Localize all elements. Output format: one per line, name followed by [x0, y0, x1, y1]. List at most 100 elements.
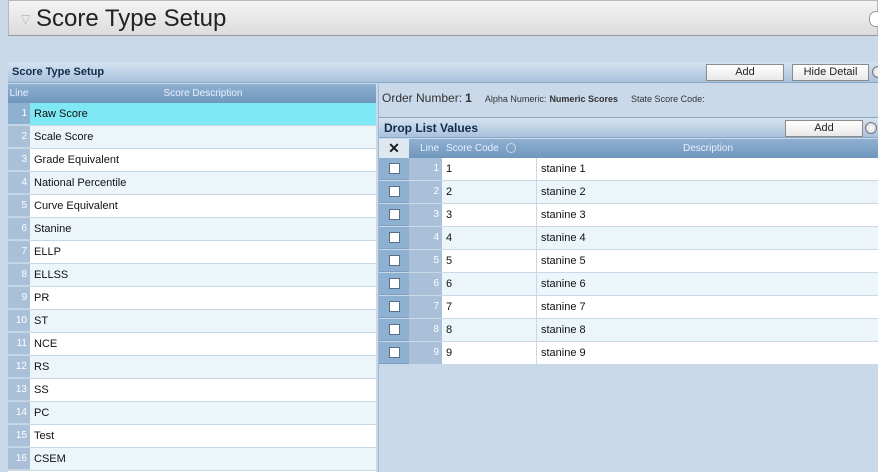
column-header-line[interactable]: Line	[8, 84, 30, 103]
checkbox-icon[interactable]	[388, 278, 400, 289]
drop-list-row[interactable]: 8 8 stanine 8	[379, 319, 878, 342]
score-code-cell[interactable]: 3	[442, 204, 537, 226]
score-description: ELLSS	[34, 269, 69, 281]
score-code-cell[interactable]: 2	[442, 181, 537, 203]
score-code-cell[interactable]: 8	[442, 319, 537, 341]
description-cell[interactable]: stanine 1	[537, 158, 878, 180]
score-code-cell[interactable]: 6	[442, 273, 537, 295]
score-list-header: Line Score Description	[8, 84, 376, 103]
score-type-row[interactable]: 2 Scale Score	[8, 126, 376, 149]
add-drop-list-value-button[interactable]: Add	[785, 120, 863, 137]
checkbox-icon[interactable]	[388, 255, 400, 266]
score-type-row[interactable]: 9 PR	[8, 287, 376, 310]
score-code-cell[interactable]: 4	[442, 227, 537, 249]
checkbox-icon[interactable]	[388, 163, 400, 174]
score-code-cell[interactable]: 1	[442, 158, 537, 180]
score-description: National Percentile	[34, 177, 127, 189]
score-type-row[interactable]: 6 Stanine	[8, 218, 376, 241]
score-description: PR	[34, 292, 50, 304]
delete-x-icon[interactable]: ✕	[379, 139, 409, 158]
score-description: Raw Score	[34, 108, 88, 120]
description-cell[interactable]: stanine 7	[537, 296, 878, 318]
description-cell[interactable]: stanine 6	[537, 273, 878, 295]
section-title: Score Type Setup	[12, 66, 105, 78]
drop-list-row[interactable]: 4 4 stanine 4	[379, 227, 878, 250]
score-description: RS	[34, 361, 50, 373]
score-code-cell[interactable]: 9	[442, 342, 537, 364]
score-type-row[interactable]: 3 Grade Equivalent	[8, 149, 376, 172]
score-type-row[interactable]: 1 Raw Score	[8, 103, 376, 126]
checkbox-icon[interactable]	[388, 209, 400, 220]
drop-list-refresh-icon[interactable]	[865, 122, 877, 134]
drop-list-row[interactable]: 7 7 stanine 7	[379, 296, 878, 319]
checkbox-icon[interactable]	[388, 324, 400, 335]
drop-list-row[interactable]: 5 5 stanine 5	[379, 250, 878, 273]
score-type-row[interactable]: 15 Test	[8, 425, 376, 448]
row-select-cell	[379, 227, 409, 249]
column-header-drop-line[interactable]: Line	[409, 139, 442, 158]
window-title-bar: ▽ Score Type Setup	[8, 0, 878, 36]
checkbox-icon[interactable]	[388, 347, 400, 358]
column-header-description[interactable]: Description	[537, 139, 878, 158]
column-header-score-code[interactable]: Score Code	[442, 139, 537, 158]
score-type-row[interactable]: 7 ELLP	[8, 241, 376, 264]
drop-list-rows: 1 1 stanine 1 2 2 stanine 2 3 3 stanine 3 4 4 stani…	[379, 158, 878, 365]
drop-list-row[interactable]: 1 1 stanine 1	[379, 158, 878, 181]
drop-row-line-number: 7	[409, 296, 442, 318]
hide-detail-button[interactable]: Hide Detail	[792, 64, 869, 81]
score-type-row[interactable]: 5 Curve Equivalent	[8, 195, 376, 218]
drop-row-line-number: 5	[409, 250, 442, 272]
row-line-number: 10	[8, 310, 30, 332]
drop-list-row[interactable]: 6 6 stanine 6	[379, 273, 878, 296]
score-type-row[interactable]: 10 ST	[8, 310, 376, 333]
description-cell[interactable]: stanine 2	[537, 181, 878, 203]
column-header-score-description[interactable]: Score Description	[30, 84, 376, 103]
drop-list-row[interactable]: 9 9 stanine 9	[379, 342, 878, 365]
score-type-row[interactable]: 8 ELLSS	[8, 264, 376, 287]
drop-list-header: Drop List Values Add	[379, 117, 878, 138]
description-cell[interactable]: stanine 3	[537, 204, 878, 226]
score-type-row[interactable]: 12 RS	[8, 356, 376, 379]
collapse-arrow-icon[interactable]: ▽	[21, 12, 30, 26]
score-description: PC	[34, 407, 50, 419]
score-description: Curve Equivalent	[34, 200, 118, 212]
score-description: NCE	[34, 338, 58, 350]
score-code-header-label: Score Code	[446, 143, 499, 154]
score-code-cell[interactable]: 7	[442, 296, 537, 318]
description-cell[interactable]: stanine 9	[537, 342, 878, 364]
score-type-row[interactable]: 14 PC	[8, 402, 376, 425]
row-line-number: 11	[8, 333, 30, 355]
drop-row-line-number: 8	[409, 319, 442, 341]
window-options-icon[interactable]	[869, 11, 878, 27]
score-code-cell[interactable]: 5	[442, 250, 537, 272]
row-select-cell	[379, 158, 409, 180]
drop-row-line-number: 6	[409, 273, 442, 295]
score-description: CSEM	[34, 453, 66, 465]
description-cell[interactable]: stanine 8	[537, 319, 878, 341]
row-line-number: 8	[8, 264, 30, 286]
score-description: Grade Equivalent	[34, 154, 119, 166]
score-type-row[interactable]: 4 National Percentile	[8, 172, 376, 195]
state-score-code-label: State Score Code:	[631, 94, 705, 104]
description-cell[interactable]: stanine 4	[537, 227, 878, 249]
score-description: Stanine	[34, 223, 72, 235]
add-score-type-button[interactable]: Add	[706, 64, 784, 81]
drop-list-row[interactable]: 2 2 stanine 2	[379, 181, 878, 204]
score-type-row[interactable]: 11 NCE	[8, 333, 376, 356]
score-type-row[interactable]: 13 SS	[8, 379, 376, 402]
sort-icon[interactable]	[505, 143, 516, 154]
refresh-icon[interactable]	[872, 66, 878, 78]
checkbox-icon[interactable]	[388, 186, 400, 197]
description-cell[interactable]: stanine 5	[537, 250, 878, 272]
score-type-row[interactable]: 16 CSEM	[8, 448, 376, 471]
toolbar-strip	[8, 36, 878, 54]
checkbox-icon[interactable]	[388, 232, 400, 243]
row-line-number: 5	[8, 195, 30, 217]
drop-list-row[interactable]: 3 3 stanine 3	[379, 204, 878, 227]
checkbox-icon[interactable]	[388, 301, 400, 312]
row-select-cell	[379, 181, 409, 203]
drop-row-line-number: 4	[409, 227, 442, 249]
score-description: Scale Score	[34, 131, 94, 143]
row-select-cell	[379, 296, 409, 318]
alpha-numeric-label: Alpha Numeric:	[484, 94, 547, 104]
